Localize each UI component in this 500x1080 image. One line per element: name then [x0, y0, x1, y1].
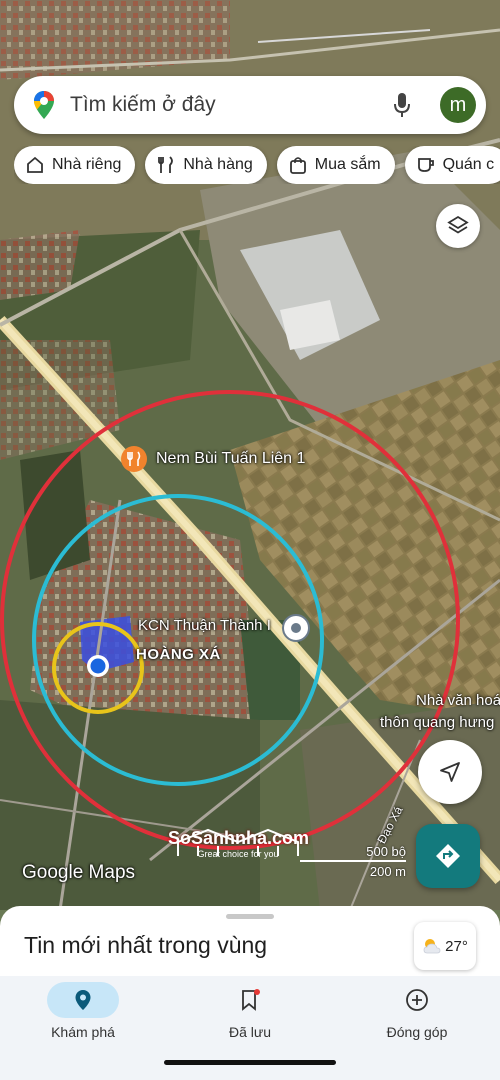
google-maps-attribution: Google Maps: [22, 862, 136, 883]
nav-label: Đóng góp: [386, 1024, 448, 1040]
search-bar[interactable]: Tìm kiếm ở đây m: [14, 76, 486, 134]
chip-label: Mua sắm: [314, 156, 381, 173]
nav-saved[interactable]: Đã lưu: [167, 976, 333, 1046]
community-label-line2[interactable]: thôn quang hưng: [380, 714, 494, 731]
bookmark-icon: [242, 989, 260, 1011]
category-chips: Nhà riêng Nhà hàng Mua sắm Quán c: [14, 146, 500, 184]
chip-label: Quán c: [442, 156, 495, 173]
mic-icon[interactable]: [388, 91, 416, 119]
scale-line: [300, 860, 406, 862]
chip-coffee[interactable]: Quán c: [404, 146, 500, 184]
search-input[interactable]: Tìm kiếm ở đây: [70, 93, 388, 117]
kcn-label[interactable]: KCN Thuận Thành I: [138, 617, 271, 634]
poi-label[interactable]: Nem Bùi Tuấn Liên 1: [156, 450, 305, 468]
scale-feet: 500 bộ: [366, 844, 406, 859]
nav-label: Khám phá: [51, 1024, 115, 1040]
layers-icon: [447, 215, 469, 234]
navigation-arrow-icon: [440, 762, 460, 782]
directions-icon: [436, 844, 460, 868]
nav-explore[interactable]: Khám phá: [0, 976, 166, 1046]
chip-restaurants[interactable]: Nhà hàng: [145, 146, 267, 184]
add-circle-icon: [406, 989, 428, 1011]
partly-cloudy-icon: [423, 939, 441, 954]
chip-home[interactable]: Nhà riêng: [14, 146, 136, 184]
coffee-icon: [417, 158, 434, 172]
chip-label: Nhà riêng: [52, 156, 122, 173]
google-maps-pin-icon: [34, 91, 54, 119]
weather-temp: 27°: [445, 937, 468, 955]
sheet-title: Tin mới nhất trong vùng: [24, 932, 268, 958]
explore-pin-icon: [75, 990, 91, 1010]
home-indicator[interactable]: [164, 1060, 336, 1065]
nav-contribute[interactable]: Đóng góp: [334, 976, 500, 1046]
scale-meters: 200 m: [369, 864, 406, 879]
sheet-drag-handle[interactable]: [226, 914, 274, 919]
my-location-button[interactable]: [418, 740, 482, 804]
directions-button[interactable]: [416, 824, 480, 888]
shopping-bag-icon: [289, 157, 306, 174]
layers-button[interactable]: [436, 204, 480, 248]
area-label: HOÀNG XÁ: [136, 646, 221, 663]
community-label-line1[interactable]: Nhà văn hoá: [416, 692, 500, 709]
nav-label: Đã lưu: [228, 1024, 272, 1040]
scale-bar: 500 bộ 200 m: [300, 844, 410, 880]
home-icon: [27, 156, 43, 173]
watermark-house-icon: [177, 828, 299, 856]
watermark: SoSanhnha.com Great choice for you: [168, 828, 309, 859]
chip-shopping[interactable]: Mua sắm: [276, 146, 395, 184]
restaurant-icon: [158, 156, 174, 173]
weather-chip[interactable]: 27°: [414, 922, 476, 970]
chip-label: Nhà hàng: [183, 156, 253, 173]
restaurant-poi-icon[interactable]: [121, 446, 147, 472]
avatar[interactable]: m: [440, 87, 476, 123]
